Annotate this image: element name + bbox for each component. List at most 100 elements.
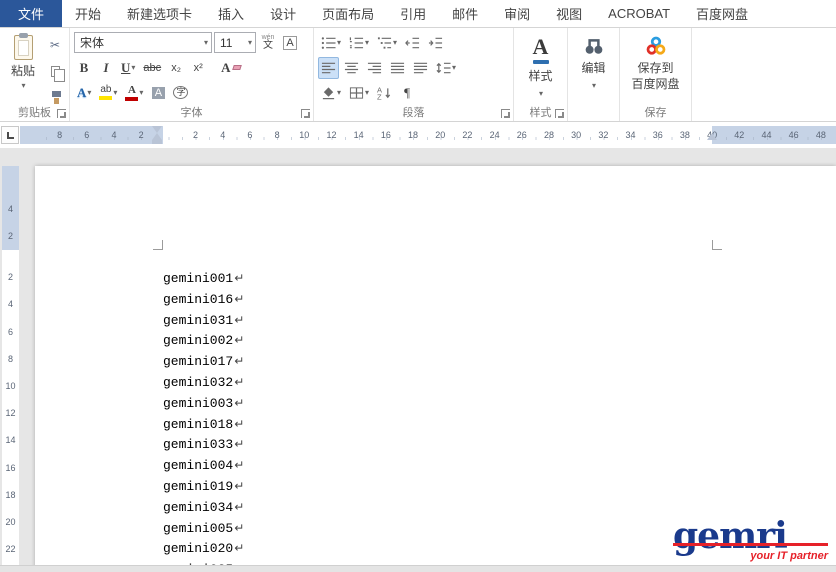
multilevel-list-button[interactable]: ▾ — [374, 32, 400, 54]
ribbon-tab[interactable]: 视图 — [543, 0, 595, 27]
borders-grid-icon — [349, 86, 364, 99]
ribbon-tab[interactable]: 插入 — [205, 0, 257, 27]
ruler-number: 16 — [380, 130, 391, 140]
phonetic-guide-button[interactable]: wén 文 — [258, 32, 278, 54]
line-text: gemini003 — [163, 395, 234, 411]
ribbon-tab[interactable]: 新建选项卡 — [114, 0, 205, 27]
paragraph-mark-icon: ↵ — [234, 520, 245, 535]
cut-button[interactable]: ✂ — [45, 34, 65, 56]
bullet-list-button[interactable]: ▾ — [318, 32, 344, 54]
ruler-number: 2 — [7, 231, 13, 242]
sort-button[interactable]: AZ — [374, 82, 395, 104]
text-line[interactable]: gemini032↵ — [163, 372, 244, 393]
font-dialog-launcher-icon[interactable] — [301, 109, 310, 118]
svg-text:Z: Z — [377, 92, 382, 99]
paragraph-mark-icon: ↵ — [234, 354, 245, 369]
text-line[interactable]: gemini005↵ — [163, 518, 244, 539]
superscript-button[interactable]: x² — [188, 57, 208, 79]
copy-button[interactable] — [45, 60, 65, 82]
chevron-down-icon: ▾ — [139, 87, 144, 97]
text-line[interactable]: gemini020↵ — [163, 538, 244, 559]
tab-file[interactable]: 文件 — [0, 0, 63, 27]
clear-formatting-button[interactable]: A — [218, 57, 243, 79]
borders-button[interactable]: ▾ — [346, 82, 372, 104]
hanging-indent-marker[interactable] — [152, 133, 162, 140]
left-indent-marker[interactable] — [152, 140, 162, 144]
show-hide-marks-button[interactable]: ¶ — [397, 82, 417, 104]
text-line[interactable]: gemini031↵ — [163, 310, 244, 331]
horizontal-scrollbar[interactable] — [0, 565, 836, 572]
text-line[interactable]: gemini004↵ — [163, 455, 244, 476]
bold-button[interactable]: B — [74, 57, 94, 79]
font-name-combobox[interactable]: 宋体 ▾ — [74, 32, 212, 53]
shading-button[interactable]: ▾ — [318, 82, 344, 104]
justify-button[interactable] — [387, 57, 408, 79]
highlight-color-button[interactable]: ab ▾ — [96, 82, 120, 104]
ruler-number: 16 — [5, 462, 16, 473]
format-painter-icon — [51, 90, 61, 104]
text-line[interactable]: gemini016↵ — [163, 289, 244, 310]
align-center-button[interactable] — [341, 57, 362, 79]
chevron-down-icon: ▾ — [337, 87, 342, 97]
first-line-indent-marker[interactable] — [152, 126, 162, 133]
save-to-baidu-button[interactable]: 保存到 百度网盘 — [624, 30, 687, 106]
editing-button[interactable]: 编辑 ▾ — [572, 30, 615, 106]
text-line[interactable]: gemini034↵ — [163, 497, 244, 518]
italic-button[interactable]: I — [96, 57, 116, 79]
decrease-indent-button[interactable] — [402, 32, 423, 54]
font-color-icon: A — [125, 84, 139, 101]
align-right-button[interactable] — [364, 57, 385, 79]
paste-button[interactable]: 粘贴 ▾ — [4, 30, 42, 106]
character-border-button[interactable]: A — [280, 32, 300, 54]
ruler-number: 8 — [274, 130, 280, 140]
character-border-icon: A — [283, 35, 297, 50]
subscript-button[interactable]: x₂ — [166, 57, 186, 79]
horizontal-ruler[interactable]: 8 6 4 2 2 4 6 8 10 12 14 16 18 20 22 24 26 28 30 32 34 36 38 40… — [20, 126, 836, 144]
font-color-button[interactable]: A ▾ — [122, 82, 146, 104]
strikethrough-button[interactable]: abc — [140, 57, 164, 79]
ribbon-tab[interactable]: 引用 — [387, 0, 439, 27]
align-left-button[interactable] — [318, 56, 339, 79]
styles-dialog-launcher-icon[interactable] — [555, 109, 564, 118]
text-line[interactable]: gemini018↵ — [163, 414, 244, 435]
vertical-ruler[interactable]: 42 2 4 6 8 10 12 14 16 18 20 22 — [2, 148, 19, 572]
multilevel-list-icon — [377, 36, 392, 49]
line-spacing-button[interactable]: ▾ — [433, 57, 459, 79]
increase-indent-button[interactable] — [425, 32, 446, 54]
line-text: gemini020 — [163, 541, 234, 557]
text-line[interactable]: gemini017↵ — [163, 351, 244, 372]
ribbon-tab[interactable]: 页面布局 — [309, 0, 387, 27]
ribbon-tab[interactable]: 邮件 — [439, 0, 491, 27]
text-line[interactable]: gemini019↵ — [163, 476, 244, 497]
ruler-number: 4 — [220, 130, 226, 140]
document-page[interactable]: gemini001↵ gemini016↵ gemini031↵ gemini0… — [35, 166, 836, 572]
text-line[interactable]: gemini003↵ — [163, 393, 244, 414]
text-line[interactable]: gemini033↵ — [163, 434, 244, 455]
clipboard-dialog-launcher-icon[interactable] — [57, 109, 66, 118]
save-baidu-label-line2: 百度网盘 — [631, 77, 680, 92]
text-line[interactable]: gemini001↵ — [163, 268, 244, 289]
paragraph-dialog-launcher-icon[interactable] — [501, 109, 510, 118]
paste-label: 粘贴 — [10, 64, 35, 78]
styles-button[interactable]: A 样式 ▾ — [518, 30, 563, 106]
align-right-icon — [367, 62, 382, 73]
underline-button[interactable]: U ▾ — [118, 57, 138, 79]
character-shading-button[interactable]: A — [148, 82, 168, 104]
align-center-icon — [344, 62, 359, 73]
enclose-characters-button[interactable]: 字 — [170, 82, 191, 104]
numbered-list-button[interactable]: ▾ — [346, 32, 372, 54]
ribbon-tab-bar: 文件 开始 新建选项卡 插入 设计 页面布局 引用 邮件 审阅 视图 ACROB — [0, 0, 836, 27]
distribute-button[interactable] — [410, 57, 431, 79]
ribbon-tab[interactable]: ACROBAT — [595, 0, 683, 27]
right-indent-marker[interactable] — [707, 133, 717, 140]
group-label-save: 保存 — [644, 107, 667, 119]
text-line[interactable]: gemini002↵ — [163, 330, 244, 351]
ribbon-tab[interactable]: 审阅 — [491, 0, 543, 27]
enclose-characters-icon: 字 — [173, 86, 189, 99]
text-effects-button[interactable]: A ▾ — [74, 82, 94, 104]
ribbon-tab[interactable]: 开始 — [62, 0, 114, 27]
font-size-combobox[interactable]: 11 ▾ — [214, 32, 256, 53]
ribbon-tab[interactable]: 设计 — [257, 0, 309, 27]
ribbon-tab[interactable]: 百度网盘 — [683, 0, 761, 27]
tab-stop-selector[interactable] — [1, 126, 19, 144]
